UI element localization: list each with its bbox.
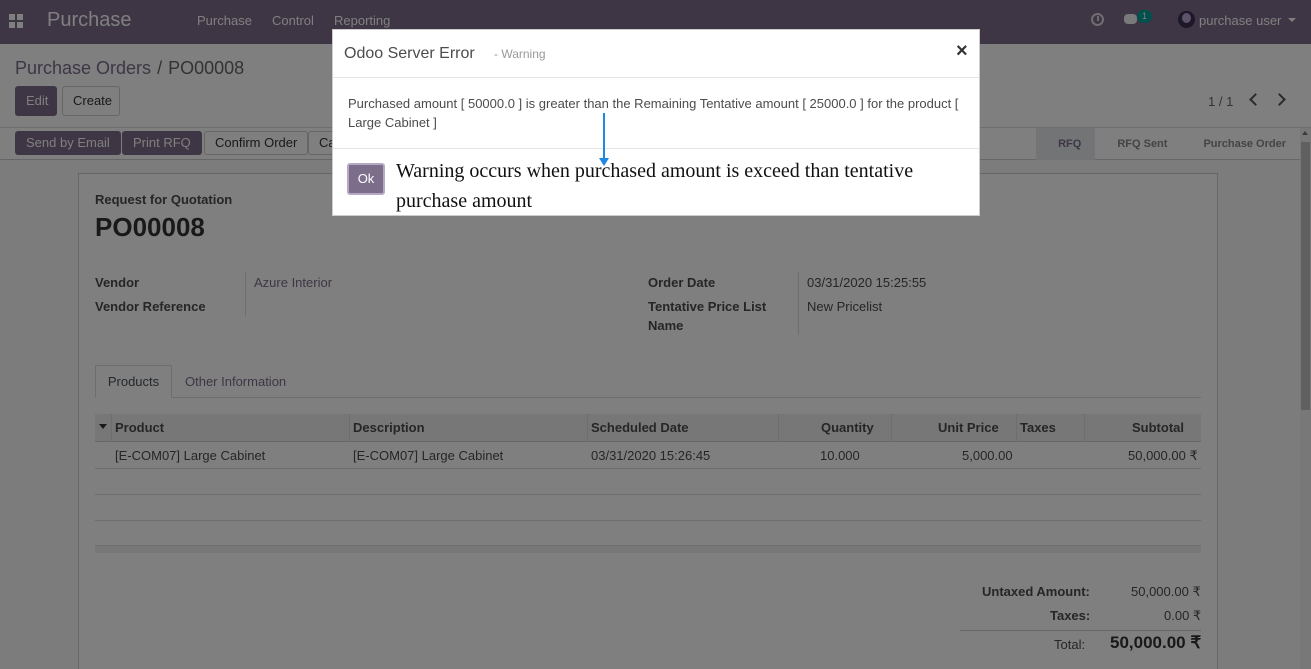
dialog-footer-divider [333, 148, 979, 149]
ok-button[interactable]: Ok [347, 163, 385, 195]
dialog-subtitle: - Warning [494, 47, 546, 61]
dialog-title: Odoo Server Error [344, 45, 475, 62]
annotation-arrow-line [603, 113, 605, 159]
dialog-header-divider [333, 77, 979, 78]
dialog-message: Purchased amount [ 50000.0 ] is greater … [348, 96, 959, 130]
annotation-caption: Warning occurs when purchased amount is … [396, 160, 914, 212]
annotation-arrow-head-icon [599, 158, 609, 166]
close-icon[interactable]: × [956, 40, 968, 63]
